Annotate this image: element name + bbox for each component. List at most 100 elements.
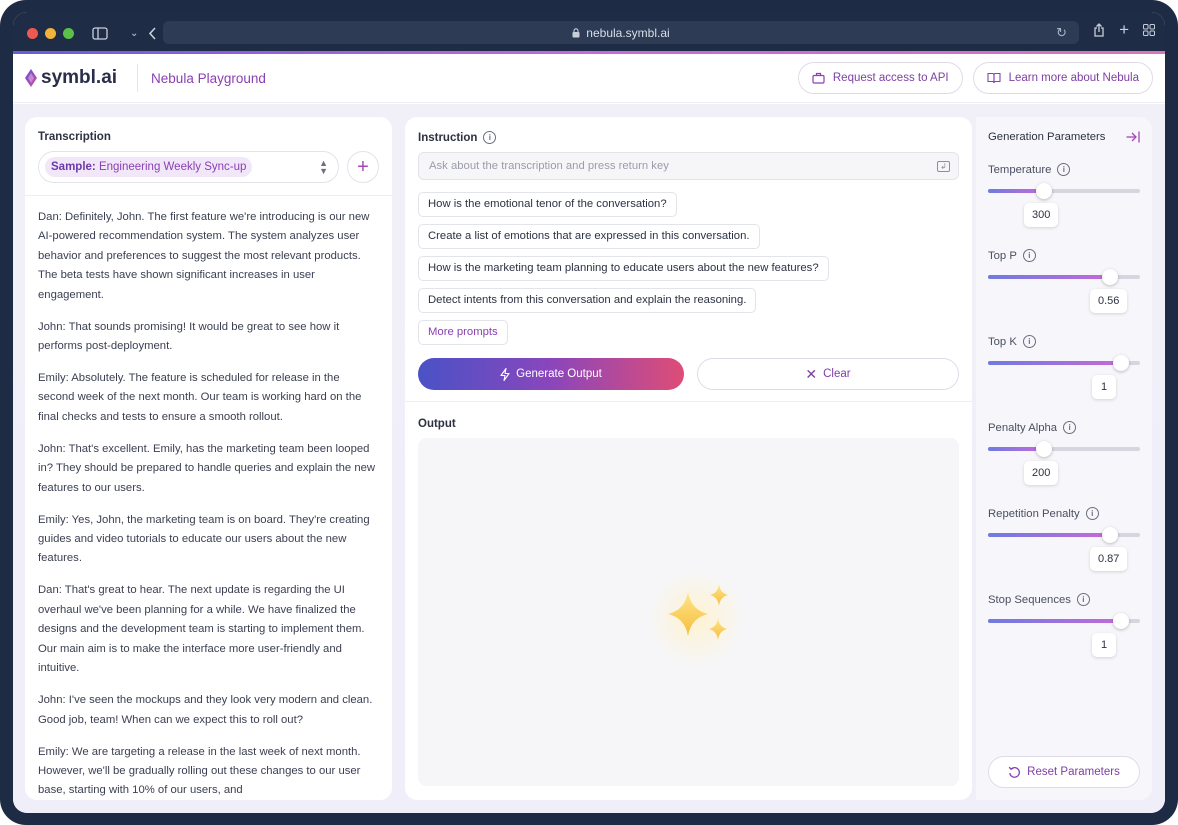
output-title: Output <box>418 418 456 430</box>
parameter-value[interactable]: 1 <box>1092 375 1116 399</box>
info-icon[interactable]: i <box>483 131 497 144</box>
parameter-slider[interactable]: 0.87 <box>988 527 1140 571</box>
sparkles-icon <box>648 570 744 666</box>
slider-fill <box>988 619 1121 623</box>
logo-mark-icon <box>25 69 37 87</box>
parameter-value[interactable]: 1 <box>1092 633 1116 657</box>
back-arrow-icon[interactable] <box>148 26 157 40</box>
browser-toolbar: ⌄ nebula.symbl.ai ↻ + <box>13 12 1165 54</box>
transcript-paragraph: John: That sounds promising! It would be… <box>38 320 340 353</box>
share-icon[interactable] <box>1093 23 1105 40</box>
request-access-button[interactable]: Request access to API <box>797 62 963 94</box>
info-icon[interactable]: i <box>1076 593 1090 606</box>
transcript-paragraph: John: That's excellent. Emily, has the m… <box>38 442 376 494</box>
collapse-panel-icon[interactable] <box>1126 131 1140 143</box>
header-divider <box>137 64 139 92</box>
prompt-suggestion[interactable]: How is the emotional tenor of the conver… <box>418 192 677 217</box>
prompt-suggestion[interactable]: Create a list of emotions that are expre… <box>418 224 760 249</box>
transcription-title: Transcription <box>38 131 111 143</box>
parameter-top-k: Top K i 1 <box>988 335 1140 401</box>
parameter-slider[interactable]: 300 <box>988 183 1140 227</box>
close-window-icon[interactable] <box>27 27 38 39</box>
new-tab-icon[interactable]: + <box>1119 21 1129 40</box>
slider-handle[interactable] <box>1113 613 1129 629</box>
parameter-temperature: Temperature i 300 <box>988 163 1140 229</box>
logo-text: symbl.ai <box>41 67 118 88</box>
parameter-slider[interactable]: 200 <box>988 441 1140 485</box>
more-prompts-button[interactable]: More prompts <box>418 320 508 345</box>
instruction-panel: Instruction i Ask about the transcriptio… <box>405 117 972 800</box>
parameter-label: Stop Sequences <box>988 593 1071 606</box>
generate-output-button[interactable]: Generate Output <box>418 358 684 390</box>
slider-handle[interactable] <box>1036 183 1052 199</box>
clear-button[interactable]: ✕ Clear <box>697 358 959 390</box>
select-arrows-icon: ▲ ▼ <box>319 158 328 176</box>
return-key-icon[interactable]: ↲ <box>937 161 950 172</box>
learn-more-label: Learn more about Nebula <box>1008 72 1139 84</box>
info-icon[interactable]: i <box>1057 163 1071 176</box>
reset-parameters-button[interactable]: Reset Parameters <box>988 756 1140 788</box>
parameter-value[interactable]: 0.56 <box>1090 289 1128 313</box>
sample-chip: Sample: Engineering Weekly Sync-up <box>45 157 253 177</box>
generate-output-label: Generate Output <box>516 368 602 380</box>
slider-handle[interactable] <box>1113 355 1129 371</box>
parameter-slider[interactable]: 1 <box>988 355 1140 399</box>
slider-handle[interactable] <box>1102 527 1118 543</box>
parameter-label: Top P <box>988 249 1017 262</box>
instruction-input[interactable]: Ask about the transcription and press re… <box>418 152 959 180</box>
parameter-label: Temperature <box>988 163 1052 176</box>
reload-icon[interactable]: ↻ <box>1056 25 1067 41</box>
learn-more-button[interactable]: Learn more about Nebula <box>972 62 1153 94</box>
sample-prefix: Sample: <box>51 161 96 173</box>
sample-select[interactable]: Sample: Engineering Weekly Sync-up ▲ ▼ <box>38 151 339 183</box>
parameter-value[interactable]: 300 <box>1024 203 1059 227</box>
parameter-repetition-penalty: Repetition Penalty i 0.87 <box>988 507 1140 573</box>
plus-icon: + <box>357 155 369 178</box>
slider-handle[interactable] <box>1102 269 1118 285</box>
maximize-window-icon[interactable] <box>63 27 74 39</box>
parameter-penalty-alpha: Penalty Alpha i 200 <box>988 421 1140 487</box>
window-controls <box>27 27 74 39</box>
info-icon[interactable]: i <box>1063 421 1077 434</box>
info-icon[interactable]: i <box>1085 507 1099 520</box>
transcript-paragraph: Emily: Absolutely. The feature is schedu… <box>38 372 362 423</box>
output-area <box>418 438 959 786</box>
transcript-paragraph: Dan: That's great to hear. The next upda… <box>38 584 365 675</box>
slider-fill <box>988 361 1121 365</box>
parameter-slider[interactable]: 1 <box>988 613 1140 657</box>
info-icon[interactable]: i <box>1022 335 1036 348</box>
parameters-title: Generation Parameters <box>988 131 1106 143</box>
book-icon <box>987 72 1001 84</box>
symbl-logo[interactable]: symbl.ai <box>25 67 117 89</box>
parameter-value[interactable]: 200 <box>1024 461 1059 485</box>
transcript-paragraph: Emily: We are targeting a release in the… <box>38 745 361 797</box>
device-frame: ⌄ nebula.symbl.ai ↻ + symbl.ai Nebula Pl… <box>0 0 1178 825</box>
url-text: nebula.symbl.ai <box>586 25 670 40</box>
parameter-value[interactable]: 0.87 <box>1090 547 1128 571</box>
chevron-down-icon[interactable]: ⌄ <box>130 28 138 39</box>
transcript-paragraph: John: I've seen the mockups and they loo… <box>38 694 373 726</box>
browser-window: ⌄ nebula.symbl.ai ↻ + symbl.ai Nebula Pl… <box>13 12 1165 813</box>
sample-name: Engineering Weekly Sync-up <box>98 161 247 173</box>
transcript-paragraph: Dan: Definitely, John. The first feature… <box>38 211 370 301</box>
prompt-suggestion[interactable]: How is the marketing team planning to ed… <box>418 256 829 281</box>
info-icon[interactable]: i <box>1022 249 1036 262</box>
address-bar[interactable]: nebula.symbl.ai ↻ <box>163 21 1079 44</box>
parameters-panel: Generation Parameters Temperature i 300 Top… <box>976 117 1152 800</box>
workspace: Transcription Sample: Engineering Weekly… <box>13 104 1165 813</box>
divider <box>25 195 392 196</box>
prompt-suggestion[interactable]: Detect intents from this conversation an… <box>418 288 757 313</box>
clear-label: Clear <box>823 368 851 380</box>
parameter-stop-sequences: Stop Sequences i 1 <box>988 593 1140 659</box>
parameter-top-p: Top P i 0.56 <box>988 249 1140 315</box>
minimize-window-icon[interactable] <box>45 27 56 39</box>
lightning-icon <box>500 367 510 381</box>
parameter-label: Repetition Penalty <box>988 507 1080 520</box>
add-transcription-button[interactable]: + <box>347 151 379 183</box>
sidebar-toggle-icon[interactable] <box>92 26 108 40</box>
tab-overview-icon[interactable] <box>1143 23 1155 40</box>
parameter-label: Penalty Alpha <box>988 421 1058 434</box>
transcript-text[interactable]: Dan: Definitely, John. The first feature… <box>38 208 379 800</box>
slider-handle[interactable] <box>1036 441 1052 457</box>
parameter-slider[interactable]: 0.56 <box>988 269 1140 313</box>
